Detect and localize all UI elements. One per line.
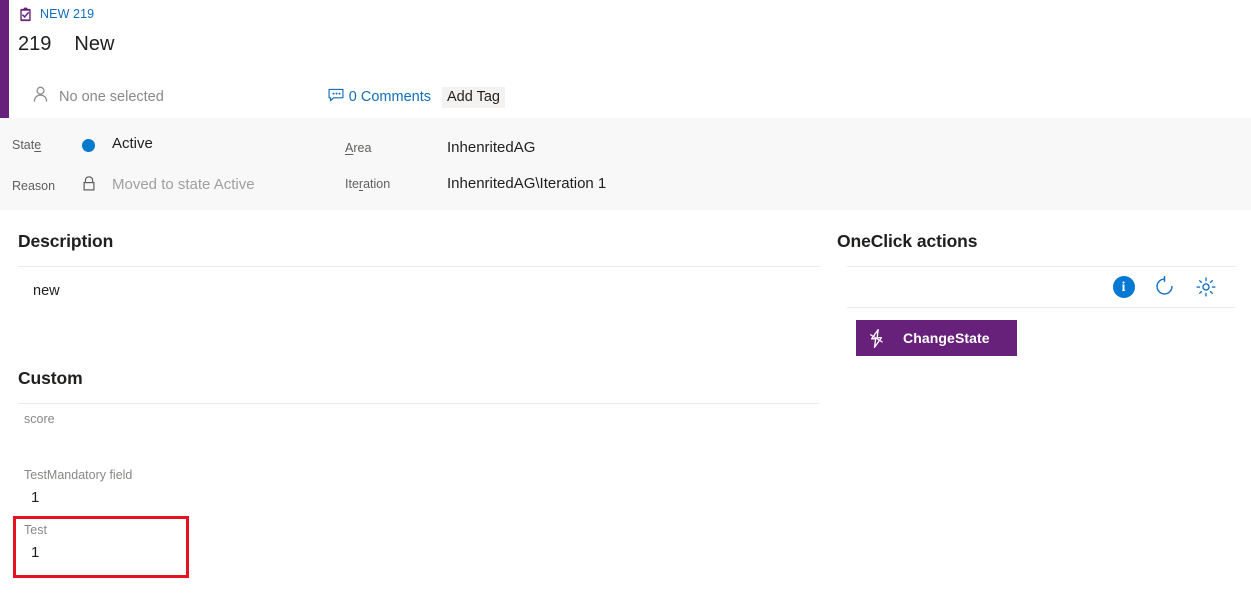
settings-gear-icon[interactable] (1194, 275, 1217, 298)
info-icon-glyph: i (1112, 275, 1135, 298)
reason-value: Moved to state Active (112, 176, 255, 193)
info-icon[interactable]: i (1112, 275, 1135, 298)
custom-field-label-score: score (24, 412, 55, 426)
description-divider (18, 266, 820, 267)
lock-icon (81, 175, 97, 192)
custom-field-value-test[interactable]: 1 (31, 544, 39, 561)
work-item-state-band (0, 118, 1251, 210)
state-value[interactable]: Active (112, 135, 153, 152)
lightning-bolt-icon (863, 328, 889, 348)
comments-and-tags-group: 0 Comments Add Tag (328, 86, 505, 108)
custom-field-label-test: Test (24, 523, 47, 537)
custom-field-value-testmandatory[interactable]: 1 (31, 489, 39, 506)
oneclick-actions-heading: OneClick actions (837, 231, 978, 251)
custom-heading: Custom (18, 368, 83, 388)
oneclick-toolbar: i (1112, 275, 1217, 298)
work-item-title-row: 219 New (18, 33, 114, 63)
work-item-title[interactable]: New (74, 33, 114, 56)
add-tag-label: Add Ta (447, 88, 492, 105)
add-tag-button[interactable]: Add Tag (442, 86, 505, 108)
state-status-dot (82, 139, 95, 152)
oneclick-divider-top (847, 266, 1236, 267)
iteration-label: Iteration (345, 177, 391, 191)
assigned-to-field[interactable]: No one selected (31, 85, 164, 109)
oneclick-action-changestate-button[interactable]: ChangeState (856, 320, 1017, 356)
description-body[interactable]: new (33, 283, 60, 299)
reason-label: Reason (12, 179, 56, 193)
refresh-icon[interactable] (1153, 275, 1176, 298)
breadcrumb[interactable]: NEW 219 (18, 4, 94, 24)
custom-field-label-testmandatory: TestMandatory field (24, 468, 133, 482)
iteration-value[interactable]: InhenritedAG\Iteration 1 (447, 175, 606, 192)
assignee-name: No one selected (59, 89, 164, 105)
oneclick-action-label: ChangeState (903, 330, 990, 346)
area-label: Area (345, 141, 372, 155)
comment-bubble-icon (328, 88, 344, 107)
comments-count-label: 0 Comments (348, 89, 431, 105)
person-icon (31, 85, 50, 109)
work-item-id: 219 (18, 33, 52, 55)
description-heading: Description (18, 231, 114, 251)
state-label: State (12, 138, 42, 152)
breadcrumb-link-label[interactable]: NEW 219 (40, 7, 94, 21)
oneclick-divider-bottom (847, 307, 1236, 308)
task-workitem-icon (18, 7, 33, 22)
custom-divider (18, 403, 820, 404)
area-value[interactable]: InhenritedAG (447, 139, 535, 156)
add-tag-accesskey: g (491, 88, 500, 105)
comments-link[interactable]: 0 Comments (328, 88, 431, 107)
work-item-meta-row: No one selected 0 Comments Add Tag (0, 76, 1251, 118)
